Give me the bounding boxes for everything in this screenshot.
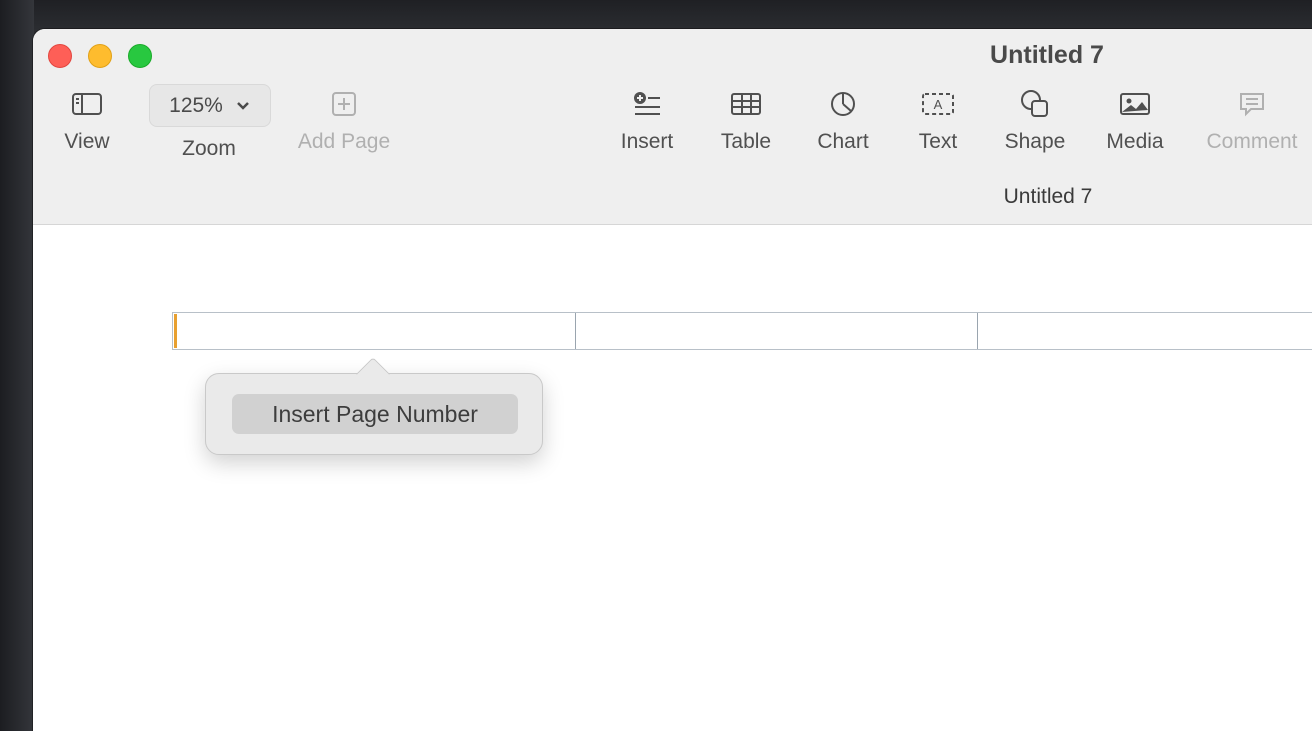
desktop-background-left <box>0 0 34 731</box>
shape-icon <box>1018 87 1052 121</box>
text-box-icon: A <box>921 87 955 121</box>
chart-button[interactable]: Chart <box>812 87 874 167</box>
header-cell-left[interactable] <box>173 313 576 349</box>
maximize-window-button[interactable] <box>128 44 152 68</box>
header-cell-right[interactable] <box>978 313 1312 349</box>
page-header <box>172 312 1312 350</box>
comment-label: Comment <box>1206 130 1298 153</box>
add-page-icon <box>327 87 361 121</box>
insert-label: Insert <box>620 130 674 153</box>
sidebar-icon <box>70 87 104 121</box>
close-window-button[interactable] <box>48 44 72 68</box>
pages-window: Untitled 7 View 125% Zoom Add Page Inser… <box>33 29 1312 731</box>
shape-label: Shape <box>1004 130 1066 153</box>
view-label: View <box>64 130 110 153</box>
media-icon <box>1118 87 1152 121</box>
add-page-button[interactable]: Add Page <box>293 87 395 167</box>
desktop-background <box>0 0 1312 30</box>
comment-icon <box>1235 87 1269 121</box>
popover-arrow <box>356 357 390 391</box>
add-page-label: Add Page <box>297 130 391 153</box>
toolbar: Untitled 7 View 125% Zoom Add Page Inser… <box>33 29 1312 225</box>
chart-label: Chart <box>817 130 869 153</box>
table-label: Table <box>720 130 772 153</box>
insert-page-number-button[interactable]: Insert Page Number <box>232 394 518 434</box>
text-cursor <box>174 314 177 348</box>
text-button[interactable]: A Text <box>914 87 962 167</box>
svg-text:A: A <box>934 97 943 112</box>
insert-button[interactable]: Insert <box>614 87 680 167</box>
header-cell-center[interactable] <box>576 313 978 349</box>
window-title: Untitled 7 <box>990 41 1104 69</box>
table-button[interactable]: Table <box>716 87 776 167</box>
table-icon <box>729 87 763 121</box>
comment-button[interactable]: Comment <box>1201 87 1303 167</box>
document-subtitle: Untitled 7 <box>1003 185 1093 208</box>
shape-button[interactable]: Shape <box>1001 87 1069 167</box>
document-canvas[interactable]: Insert Page Number <box>33 226 1312 731</box>
minimize-window-button[interactable] <box>88 44 112 68</box>
insert-page-number-popover: Insert Page Number <box>205 357 543 455</box>
media-button[interactable]: Media <box>1101 87 1169 167</box>
text-label: Text <box>918 130 958 153</box>
zoom-label: Zoom <box>182 137 236 160</box>
chart-icon <box>826 87 860 121</box>
insert-icon <box>630 87 664 121</box>
media-label: Media <box>1106 130 1164 153</box>
zoom-select[interactable]: 125% <box>149 84 271 127</box>
view-button[interactable]: View <box>61 87 113 167</box>
chevron-down-icon <box>235 94 251 118</box>
zoom-value: 125% <box>169 93 223 117</box>
